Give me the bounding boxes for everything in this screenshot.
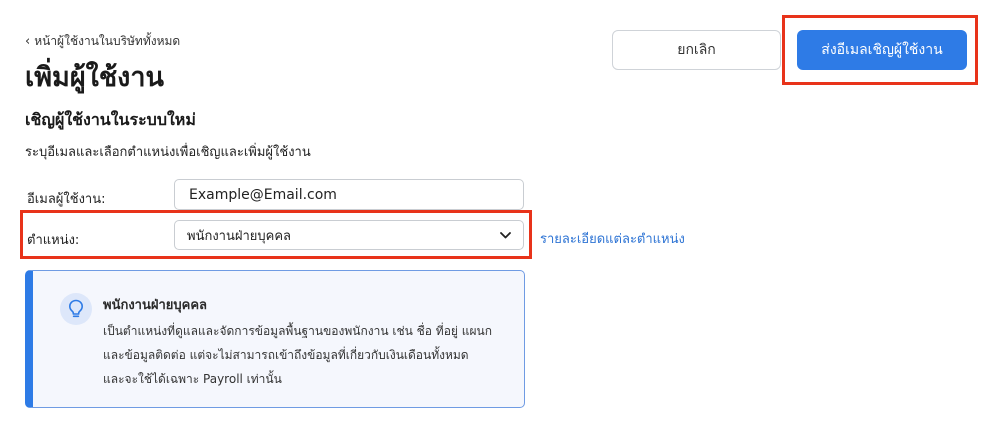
position-row-highlight — [20, 210, 532, 259]
email-value: Example@Email.com — [189, 186, 337, 203]
send-button-highlight — [782, 15, 978, 85]
section-title: เชิญผู้ใช้งานในระบบใหม่ — [25, 110, 196, 129]
position-info-card: พนักงานฝ่ายบุคคล เป็นตำแหน่งที่ดูแลและจั… — [25, 270, 525, 408]
back-link[interactable]: ‹ หน้าผู้ใช้งานในบริษัททั้งหมด — [25, 32, 180, 51]
info-card-line: เป็นตำแหน่งที่ดูแลและจัดการข้อมูลพื้นฐาน… — [103, 324, 492, 338]
email-label: อีเมลผู้ใช้งาน: — [27, 192, 106, 207]
chevron-left-icon: ‹ — [25, 33, 31, 49]
section-description: ระบุอีเมลและเลือกตำแหน่งเพื่อเชิญและเพิ่… — [25, 145, 311, 160]
email-field[interactable]: Example@Email.com — [174, 179, 524, 210]
page-title: เพิ่มผู้ใช้งาน — [25, 62, 164, 93]
cancel-button[interactable]: ยกเลิก — [612, 30, 781, 70]
position-details-link[interactable]: รายละเอียดแต่ละตำแหน่ง — [540, 228, 685, 249]
back-link-label: หน้าผู้ใช้งานในบริษัททั้งหมด — [34, 34, 181, 48]
info-card-line: และข้อมูลติดต่อ แต่จะไม่สามารถเข้าถึงข้อ… — [103, 348, 469, 362]
lightbulb-icon — [60, 293, 92, 325]
info-card-title: พนักงานฝ่ายบุคคล — [103, 298, 208, 313]
info-card-body: เป็นตำแหน่งที่ดูแลและจัดการข้อมูลพื้นฐาน… — [103, 319, 513, 391]
info-card-line: และจะใช้ได้เฉพาะ Payroll เท่านั้น — [103, 372, 282, 386]
